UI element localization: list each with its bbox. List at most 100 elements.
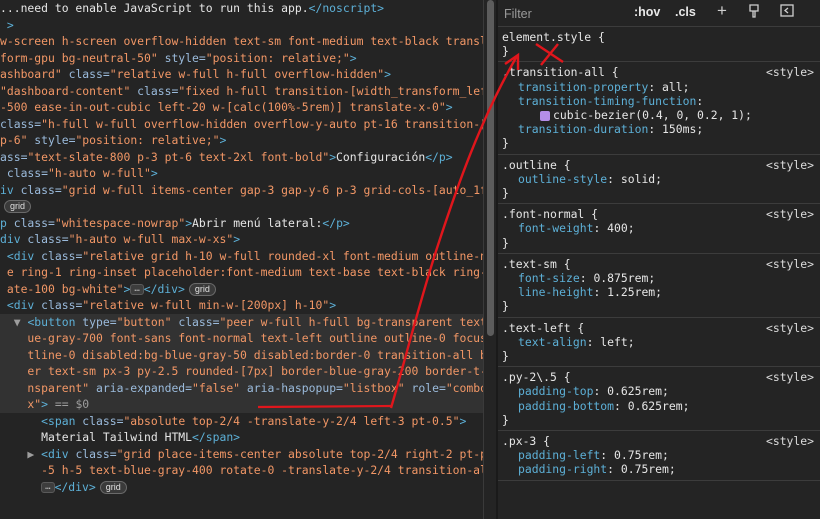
style-declaration[interactable]: text-align: left; — [502, 335, 820, 349]
elements-scrollbar[interactable] — [483, 0, 497, 519]
dom-node-line-selected[interactable]: er text-sm px-3 py-2.5 rounded-[7px] bor… — [0, 363, 483, 380]
dom-node-line[interactable]: "dashboard-content" class="fixed h-full … — [0, 83, 483, 100]
rule-source-link[interactable]: <style> — [766, 65, 814, 79]
collapsed-ellipsis[interactable]: … — [41, 481, 55, 493]
dom-token: Abrir menú lateral: — [192, 215, 323, 230]
dom-node-line-selected[interactable]: tline-0 disabled:bg-blue-gray-50 disable… — [0, 346, 483, 363]
property-name[interactable]: transition-property — [518, 80, 648, 94]
dom-node-line[interactable]: > — [0, 17, 483, 34]
dom-node-line[interactable]: … </div> grid — [0, 479, 483, 496]
property-name[interactable]: padding-bottom — [518, 399, 614, 413]
property-name[interactable]: transition-timing-function — [518, 94, 696, 108]
rule-close-brace: } — [502, 136, 509, 151]
property-value[interactable]: 1.25rem; — [607, 285, 662, 299]
dom-token: "relative w-full h-full overflow-hidden" — [109, 67, 385, 81]
property-value[interactable]: left; — [600, 335, 634, 349]
style-declaration[interactable]: padding-top: 0.625rem; — [502, 384, 820, 398]
element-state-icon[interactable] — [748, 4, 760, 21]
dom-node-line[interactable]: -500 ease-in-out-cubic left-20 w-[calc(1… — [0, 99, 483, 116]
elements-panel[interactable]: ...need to enable JavaScript to run this… — [0, 0, 483, 519]
toggle-sidebar-icon[interactable] — [780, 4, 794, 20]
property-name[interactable]: padding-right — [518, 462, 607, 476]
property-name[interactable]: outline-style — [518, 172, 607, 186]
property-value[interactable]: solid; — [621, 172, 662, 186]
cls-toggle[interactable]: .cls — [675, 5, 696, 19]
dom-node-line[interactable]: ashboard" class="relative w-full h-full … — [0, 66, 483, 83]
dom-node-line[interactable]: Material Tailwind HTML</span> — [0, 429, 483, 446]
grid-badge[interactable]: grid — [99, 480, 127, 494]
dom-node-line[interactable]: ...need to enable JavaScript to run this… — [0, 0, 483, 17]
property-value[interactable]: 150ms; — [662, 122, 703, 136]
dom-node-line[interactable]: p class="whitespace-nowrap">Abrir menú l… — [0, 215, 483, 232]
dom-node-line[interactable]: ass="text-slate-800 p-3 pt-6 text-2xl fo… — [0, 149, 483, 166]
property-value[interactable]: 0.75rem; — [621, 462, 676, 476]
grid-badge[interactable]: grid — [188, 282, 216, 296]
style-declaration[interactable]: transition-duration: 150ms; — [502, 122, 820, 136]
dom-node-line-selected[interactable]: ▼ <button type="button" class="peer w-fu… — [0, 313, 483, 330]
collapsed-ellipsis[interactable]: … — [130, 283, 144, 295]
dom-token: tline-0 disabled:bg-blue-gray-50 disable… — [0, 347, 483, 362]
property-value[interactable]: 0.75rem; — [614, 448, 669, 462]
dom-node-line[interactable]: grid — [0, 198, 483, 215]
style-declaration[interactable]: outline-style: solid; — [502, 172, 820, 186]
style-declaration[interactable]: font-weight: 400; — [502, 221, 820, 235]
dom-node-line[interactable]: form-gpu bg-neutral-50" style="position:… — [0, 50, 483, 67]
dom-node-line[interactable]: <span class="absolute top-2/4 -translate… — [0, 413, 483, 430]
colon: : — [614, 398, 628, 413]
style-declaration[interactable]: font-size: 0.875rem; — [502, 271, 820, 285]
property-name[interactable]: text-align — [518, 335, 587, 349]
property-name[interactable]: padding-top — [518, 384, 593, 398]
property-name[interactable]: padding-left — [518, 448, 600, 462]
dom-node-line[interactable]: <div class="relative grid h-10 w-full ro… — [0, 248, 483, 265]
dom-node-line[interactable]: -5 h-5 text-blue-gray-400 rotate-0 -tran… — [0, 462, 483, 479]
property-name[interactable]: transition-duration — [518, 122, 648, 136]
dom-node-line[interactable]: class="h-auto w-full"> — [0, 165, 483, 182]
rule-source-link[interactable]: <style> — [766, 257, 814, 271]
dom-node-line-selected[interactable]: x"> == $0 — [0, 396, 483, 413]
dom-node-line[interactable]: class="h-full w-full overflow-hidden ove… — [0, 116, 483, 133]
dom-node-line[interactable]: ▶ <div class="grid place-items-center ab… — [0, 446, 483, 463]
dom-token: > — [329, 298, 337, 312]
style-declaration[interactable]: padding-bottom: 0.625rem; — [502, 399, 820, 413]
dom-node-line[interactable]: iv class="grid w-full items-center gap-3… — [0, 182, 483, 199]
closing-tag: </div> — [143, 281, 185, 296]
dom-node-line[interactable]: div class="h-auto w-full max-w-xs"> — [0, 231, 483, 248]
rule-source-link[interactable]: <style> — [766, 158, 814, 172]
rule-source-link[interactable]: <style> — [766, 207, 814, 221]
dom-node-line[interactable]: ate-100 bg-white">… </div> grid — [0, 281, 483, 298]
property-value[interactable]: 0.625rem; — [607, 384, 669, 398]
rule-selector[interactable]: element.style { — [502, 30, 820, 44]
grid-badge[interactable]: grid — [4, 200, 32, 213]
dom-node-line-selected[interactable]: ue-gray-700 font-sans font-normal text-l… — [0, 330, 483, 347]
property-value[interactable]: cubic-bezier(0.4, 0, 0.2, 1); — [553, 108, 752, 122]
dom-node-line[interactable]: <div class="relative w-full min-w-[200px… — [0, 297, 483, 314]
property-name[interactable]: font-weight — [518, 221, 593, 235]
property-value[interactable]: 400; — [607, 221, 634, 235]
rule-close-brace: } — [502, 349, 509, 364]
dom-node-line[interactable]: e ring-1 ring-inset placeholder:font-med… — [0, 264, 483, 281]
hov-toggle[interactable]: :hov — [634, 5, 660, 19]
property-value[interactable]: 0.625rem; — [628, 399, 690, 413]
filter-input[interactable] — [502, 4, 624, 24]
rule-source-link[interactable]: <style> — [766, 370, 814, 384]
dom-token: form-gpu bg-neutral-50" — [0, 50, 158, 65]
style-declaration[interactable]: cubic-bezier(0.4, 0, 0.2, 1); — [502, 108, 820, 122]
dom-node-line-selected[interactable]: nsparent" aria-expanded="false" aria-has… — [0, 379, 483, 396]
scrollbar-thumb[interactable] — [487, 0, 494, 336]
style-declaration[interactable]: transition-timing-function: — [502, 94, 820, 108]
dom-node-line[interactable]: w-screen h-screen overflow-hidden text-s… — [0, 33, 483, 50]
dom-node-line[interactable]: p-6" style="position: relative;"> — [0, 132, 483, 149]
style-declaration[interactable]: padding-right: 0.75rem; — [502, 462, 820, 476]
property-value[interactable]: 0.875rem; — [593, 271, 655, 285]
property-name[interactable]: line-height — [518, 285, 593, 299]
property-name[interactable]: font-size — [518, 271, 580, 285]
style-declaration[interactable]: padding-left: 0.75rem; — [502, 448, 820, 462]
easing-editor-icon[interactable] — [540, 110, 550, 121]
style-declaration[interactable]: transition-property: all; — [502, 80, 820, 94]
style-declaration[interactable]: line-height: 1.25rem; — [502, 285, 820, 299]
property-value[interactable]: all; — [662, 80, 689, 94]
rule-source-link[interactable]: <style> — [766, 321, 814, 335]
add-rule-icon[interactable]: + — [717, 1, 727, 21]
rule-source-link[interactable]: <style> — [766, 434, 814, 448]
dom-token: "listbox" — [342, 380, 405, 395]
